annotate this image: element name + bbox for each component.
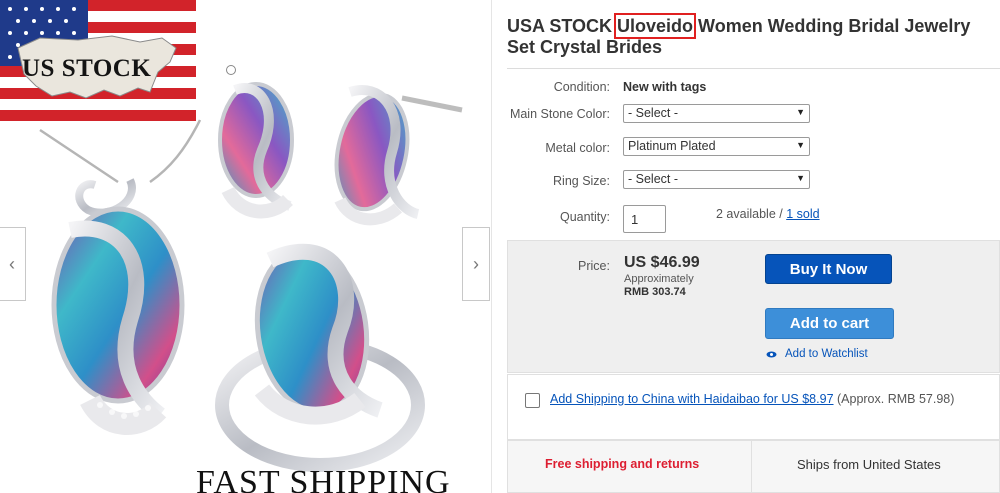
price-label: Price: — [578, 259, 610, 273]
ships-from-text: Ships from United States — [797, 457, 941, 472]
buy-it-now-button[interactable]: Buy It Now — [765, 254, 892, 284]
watchlist-label: Add to Watchlist — [785, 348, 868, 360]
shipping-info-row: Free shipping and returns Ships from Uni… — [507, 440, 1000, 493]
ring-size-label: Ring Size: — [553, 174, 610, 188]
ring-graphic — [215, 243, 425, 472]
pendant-graphic — [51, 178, 185, 435]
chevron-down-icon: ▼ — [796, 173, 805, 183]
next-image-button[interactable]: › — [462, 227, 490, 301]
eye-icon — [766, 351, 777, 357]
shipping-addon-text: Add Shipping to China with Haidaibao for… — [550, 391, 980, 407]
ring-size-select[interactable]: - Select - ▼ — [623, 170, 810, 189]
price-approx-label: Approximately — [624, 273, 694, 285]
quantity-input[interactable]: 1 — [623, 205, 666, 233]
chevron-down-icon: ▼ — [796, 107, 805, 117]
previous-image-button[interactable]: ‹ — [0, 227, 26, 301]
item-details-panel: USA STOCK Uloveido Women Wedding Bridal … — [492, 0, 1000, 493]
us-stock-badge: US STOCK — [22, 55, 152, 82]
free-shipping-text: Free shipping and returns — [545, 457, 700, 471]
chevron-right-icon: › — [473, 253, 479, 274]
condition-label: Condition: — [553, 80, 610, 94]
add-to-cart-button[interactable]: Add to cart — [765, 308, 894, 339]
select-value: - Select - — [628, 106, 679, 120]
chevron-left-icon: ‹ — [9, 253, 15, 274]
haidaibao-shipping-link[interactable]: Add Shipping to China with Haidaibao for… — [550, 392, 834, 406]
price-panel: Price: US $46.99 Approximately RMB 303.7… — [507, 240, 1000, 373]
title-divider — [507, 68, 1000, 69]
title-prefix: USA STOCK — [507, 16, 618, 36]
add-to-watchlist-link[interactable]: Add to Watchlist — [766, 348, 868, 360]
quantity-label: Quantity: — [559, 210, 610, 224]
available-count: 2 available / — [716, 207, 787, 221]
chevron-down-icon: ▼ — [796, 140, 805, 150]
shipping-addon-checkbox[interactable] — [525, 393, 540, 408]
addon-approx-text: (Approx. RMB 57.98) — [833, 392, 955, 406]
price-value: US $46.99 — [624, 254, 700, 271]
shipping-divider — [751, 441, 752, 492]
shipping-addon-panel: Add Shipping to China with Haidaibao for… — [507, 374, 1000, 440]
product-image-gallery[interactable]: US STOCK FAST SHIPPING ‹ › — [0, 0, 492, 493]
brand-name-highlight: Uloveido — [614, 13, 697, 39]
image-indicator-dot[interactable] — [226, 65, 236, 75]
metal-color-label: Metal color: — [545, 141, 610, 155]
main-stone-color-label: Main Stone Color: — [509, 107, 610, 121]
sold-count-link[interactable]: 1 sold — [786, 207, 819, 221]
select-value: Platinum Plated — [628, 139, 716, 153]
main-stone-color-select[interactable]: - Select - ▼ — [623, 104, 810, 123]
earring-right-graphic — [334, 85, 463, 226]
availability-text: 2 available / 1 sold — [716, 207, 820, 221]
earring-left-graphic — [218, 82, 294, 219]
item-title: USA STOCK Uloveido Women Wedding Bridal … — [507, 13, 1000, 58]
select-value: - Select - — [628, 172, 679, 186]
fast-shipping-caption: FAST SHIPPING — [196, 464, 451, 493]
metal-color-select[interactable]: Platinum Plated ▼ — [623, 137, 810, 156]
price-rmb-value: RMB 303.74 — [624, 286, 686, 298]
condition-value: New with tags — [623, 80, 707, 94]
